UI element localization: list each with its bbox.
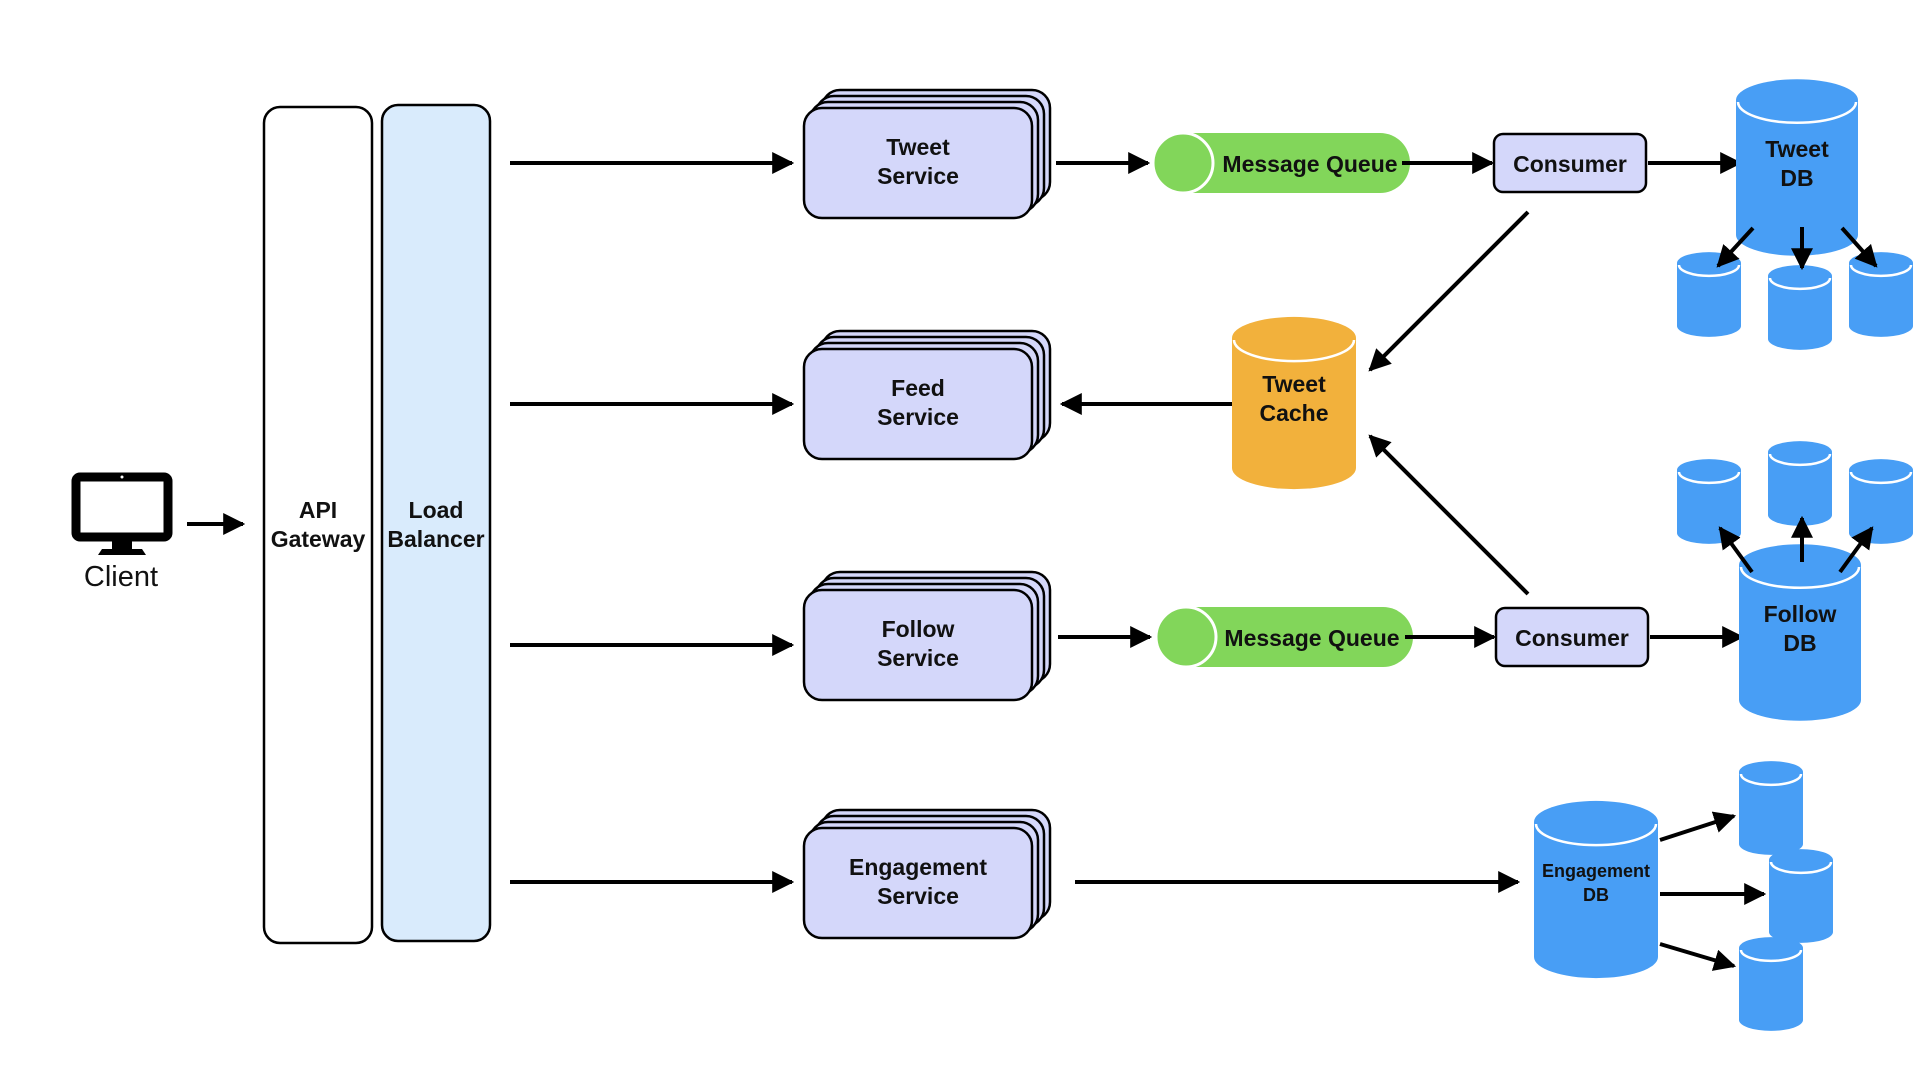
follow-queue-label: Message Queue: [1224, 625, 1399, 651]
follow-service-label-line1: Follow: [882, 616, 955, 642]
edge-follow-consumer-cache: [1368, 434, 1530, 596]
cylinder-body: [1768, 452, 1832, 526]
edge-engagement-db-replica: [1659, 942, 1737, 971]
cylinder-top: [1232, 316, 1356, 360]
tweet-service[interactable]: Tweet Service: [802, 88, 1052, 220]
edge-tweet-consumer-cache: [1368, 210, 1530, 372]
cylinder-top: [1739, 761, 1803, 783]
follow-service[interactable]: Follow Service: [802, 570, 1052, 702]
tweet-service-label-line2: Service: [877, 163, 959, 189]
tweet-cache-label-line1: Tweet: [1262, 371, 1326, 397]
cylinder-top: [1677, 459, 1741, 481]
engagement-service[interactable]: Engagement Service: [802, 808, 1052, 940]
load-balancer-label-line2: Balancer: [387, 526, 484, 552]
feed-service[interactable]: Feed Service: [802, 329, 1052, 461]
cylinder-body: [1677, 470, 1741, 544]
edge-engagement-db-replica: [1659, 811, 1737, 842]
tweet-consumer[interactable]: Consumer: [1492, 132, 1648, 194]
follow-db-replica[interactable]: [1768, 441, 1832, 526]
api-gateway-label-line2: Gateway: [271, 526, 366, 552]
engagement-service-label-line2: Service: [877, 883, 959, 909]
follow-db-replica[interactable]: [1677, 459, 1741, 544]
cylinder-top: [1768, 441, 1832, 463]
cylinder-top: [1849, 459, 1913, 481]
tweet-queue-label: Message Queue: [1222, 151, 1397, 177]
cylinder-body: [1849, 263, 1913, 337]
architecture-diagram: Client API Gateway Load Balancer Tweet Se…: [71, 79, 1913, 1031]
cylinder-top: [1677, 252, 1741, 274]
tweet-cache[interactable]: Tweet Cache: [1232, 316, 1356, 490]
client-label: Client: [84, 561, 158, 593]
cylinder-top: [1736, 79, 1858, 121]
follow-db-label-line2: DB: [1783, 630, 1816, 656]
monitor-icon: [71, 472, 173, 555]
engagement-db-replica[interactable]: [1769, 849, 1833, 943]
cylinder-body: [1849, 470, 1913, 544]
load-balancer-label-line1: Load: [409, 497, 464, 523]
cylinder-top: [1534, 800, 1658, 844]
api-gateway[interactable]: API Gateway: [262, 105, 374, 945]
tweet-db-replica[interactable]: [1849, 252, 1913, 337]
follow-service-label-line2: Service: [877, 645, 959, 671]
follow-db-label-line1: Follow: [1764, 601, 1837, 627]
tweet-db-replica[interactable]: [1677, 252, 1741, 337]
engagement-db-replica[interactable]: [1739, 761, 1803, 855]
follow-db-replica[interactable]: [1849, 459, 1913, 544]
cylinder-body: [1768, 276, 1832, 350]
cylinder-top: [1768, 265, 1832, 287]
tweet-cache-label-line2: Cache: [1259, 400, 1328, 426]
tweet-db-label-line2: DB: [1780, 165, 1813, 191]
engagement-db-label-line2: DB: [1583, 885, 1609, 905]
load-balancer[interactable]: Load Balancer: [380, 103, 492, 943]
api-gateway-label-line1: API: [299, 497, 337, 523]
engagement-db-label-line1: Engagement: [1542, 861, 1650, 881]
client-node[interactable]: Client: [71, 472, 173, 594]
tweet-db-replica[interactable]: [1768, 265, 1832, 350]
cylinder-top: [1769, 849, 1833, 871]
engagement-db-replica[interactable]: [1739, 937, 1803, 1031]
engagement-service-label-line1: Engagement: [849, 854, 987, 880]
tweet-consumer-label: Consumer: [1513, 151, 1627, 177]
engagement-db[interactable]: Engagement DB: [1534, 800, 1658, 979]
tweet-service-label-line1: Tweet: [886, 134, 950, 160]
cylinder-body: [1677, 263, 1741, 337]
follow-consumer-label: Consumer: [1515, 625, 1629, 651]
cylinder-top: [1739, 937, 1803, 959]
tweet-message-queue[interactable]: Message Queue: [1151, 131, 1410, 195]
feed-service-label-line2: Service: [877, 404, 959, 430]
cylinder-top: [1849, 252, 1913, 274]
feed-service-label-line1: Feed: [891, 375, 945, 401]
follow-message-queue[interactable]: Message Queue: [1154, 605, 1413, 669]
follow-consumer[interactable]: Consumer: [1494, 606, 1650, 668]
tweet-db-label-line1: Tweet: [1765, 136, 1829, 162]
